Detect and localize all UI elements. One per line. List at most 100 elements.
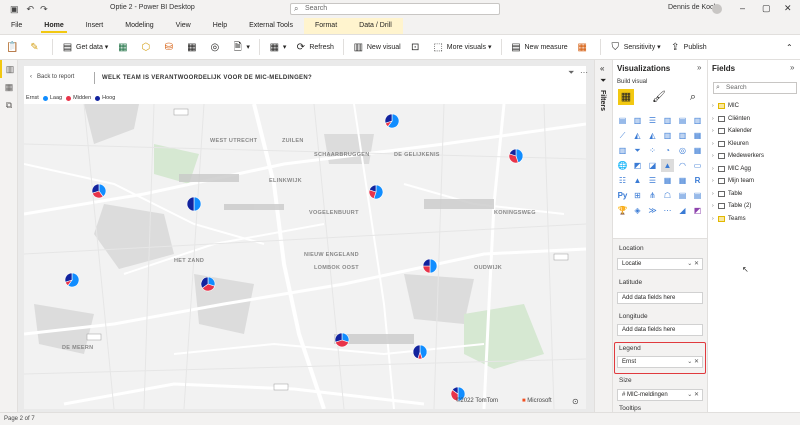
publish-button[interactable]: ⇪ Publish — [670, 38, 707, 56]
more-visuals-icon[interactable]: ⋯ — [661, 204, 674, 217]
analytics-icon[interactable]: ⌕ — [685, 89, 701, 105]
stacked-area-icon[interactable]: ◭ — [646, 129, 659, 142]
line-chart-icon[interactable]: ⟋ — [616, 129, 629, 142]
sensitivity-button[interactable]: ⛉ Sensitivity ▾ — [610, 38, 660, 56]
sql-button[interactable]: ⛁ — [163, 38, 177, 56]
column-100-icon[interactable]: ▥ — [691, 114, 704, 127]
enter-data-button[interactable]: ▦ — [186, 38, 200, 56]
user-name[interactable]: Dennis de Kock — [668, 4, 717, 11]
multi-row-card-icon[interactable]: ☷ — [616, 174, 629, 187]
more-visuals-button[interactable]: ⬚ More visuals ▾ — [433, 38, 492, 56]
donut-icon[interactable]: ◎ — [676, 144, 689, 157]
card-icon[interactable]: ▭ — [691, 159, 704, 172]
ribbon-chart-icon[interactable]: ▦ — [691, 129, 704, 142]
line-column-icon[interactable]: ▥ — [661, 129, 674, 142]
table-item-kalender[interactable]: › Kalender — [712, 125, 764, 138]
global-search[interactable]: ⌕ Search — [290, 3, 500, 15]
dataverse-button[interactable]: ◎ — [209, 38, 223, 56]
table-item-medewerkers[interactable]: › Medewerkers — [712, 150, 764, 163]
decomposition-tree-icon[interactable]: ⋔ — [646, 189, 659, 202]
paste-button[interactable]: 📋 — [6, 38, 20, 56]
legend-field[interactable]: Ernst ⌄ ✕ — [617, 356, 703, 368]
custom-visual-2-icon[interactable]: ◩ — [691, 204, 704, 217]
filters-pane-collapsed[interactable]: « ⏷ Filters — [594, 60, 612, 412]
table-item-table[interactable]: › Table — [712, 188, 764, 201]
get-data-button[interactable]: ▤ Get data ▾ — [62, 38, 109, 56]
remove-field-icon[interactable]: ⌄ ✕ — [687, 357, 699, 367]
dataset-button[interactable]: ⬡ — [140, 38, 154, 56]
table-item-teams[interactable]: › Teams — [712, 213, 764, 226]
latitude-drop-zone[interactable]: Add data fields here — [617, 292, 703, 304]
area-chart-icon[interactable]: ◭ — [631, 129, 644, 142]
slicer-icon[interactable]: ☰ — [646, 174, 659, 187]
table-item-kleuren[interactable]: › Kleuren — [712, 138, 764, 151]
minimize-icon[interactable]: – — [740, 3, 745, 13]
fields-search-input[interactable]: ⌕ Search — [713, 82, 797, 94]
table-item-clienten[interactable]: › Cliënten — [712, 113, 764, 126]
model-view-icon[interactable]: ⧉ — [0, 96, 18, 114]
menu-modeling[interactable]: Modeling — [114, 18, 164, 34]
data-view-icon[interactable]: ▦ — [0, 78, 18, 96]
build-visual-icon[interactable]: ▦ — [618, 89, 634, 105]
key-influencers-icon[interactable]: ⊞ — [631, 189, 644, 202]
power-apps-icon[interactable]: ◈ — [631, 204, 644, 217]
avatar[interactable] — [712, 4, 722, 14]
menu-format[interactable]: Format — [303, 18, 349, 34]
menu-data-drill[interactable]: Data / Drill — [348, 18, 403, 34]
size-field[interactable]: # MIC-meldingen ⌄ ✕ — [617, 389, 703, 401]
table-visual-icon[interactable]: ▦ — [661, 174, 674, 187]
funnel-icon[interactable]: ⏷ — [631, 144, 644, 157]
filter-icon[interactable]: ⏷ — [568, 68, 574, 78]
remove-field-icon[interactable]: ⌄ ✕ — [687, 390, 699, 400]
more-options-icon[interactable]: ⋯ — [580, 68, 588, 77]
excel-button[interactable]: ▦ — [117, 38, 131, 56]
map-camera-icon[interactable]: ⊙ — [572, 397, 579, 406]
map-visual[interactable]: WEST UTRECHT ZUILEN ELINKWIJK SCHAARBRUG… — [24, 104, 586, 409]
clustered-bar-icon[interactable]: ☰ — [646, 114, 659, 127]
pie-icon[interactable]: ◔ — [661, 144, 674, 157]
recent-sources-button[interactable]: 🗎 ▾ — [232, 38, 250, 56]
new-visual-button[interactable]: ▥ New visual — [353, 38, 401, 56]
line-clustered-icon[interactable]: ▥ — [676, 129, 689, 142]
transform-data-button[interactable]: ▦ ▾ — [269, 38, 287, 56]
location-field[interactable]: Locatie ⌄ ✕ — [617, 258, 703, 270]
longitude-drop-zone[interactable]: Add data fields here — [617, 324, 703, 336]
bar-100-icon[interactable]: ▤ — [676, 114, 689, 127]
format-painter-button[interactable]: ✎ — [29, 38, 43, 56]
save-icon[interactable]: ▣ — [10, 4, 19, 15]
kpi-icon[interactable]: ▲ — [631, 174, 644, 187]
menu-view[interactable]: View — [165, 18, 202, 34]
clustered-column-icon[interactable]: ▥ — [661, 114, 674, 127]
narrative-icon[interactable]: ▤ — [676, 189, 689, 202]
menu-external-tools[interactable]: External Tools — [238, 18, 304, 34]
menu-file[interactable]: File — [0, 18, 33, 34]
custom-visual-icon[interactable]: ◢ — [676, 204, 689, 217]
filled-map-icon[interactable]: ◩ — [631, 159, 644, 172]
menu-insert[interactable]: Insert — [75, 18, 115, 34]
collapse-icon[interactable]: » — [697, 63, 701, 72]
refresh-button[interactable]: ⟳ Refresh — [295, 38, 334, 56]
maximize-icon[interactable]: ▢ — [762, 3, 771, 14]
stacked-bar-icon[interactable]: ▤ — [616, 114, 629, 127]
metrics-icon[interactable]: 🏆 — [616, 204, 629, 217]
gauge-icon[interactable]: ◠ — [676, 159, 689, 172]
paginated-icon[interactable]: ▤ — [691, 189, 704, 202]
table-item-table-2[interactable]: › Table (2) — [712, 200, 764, 213]
report-view-icon[interactable]: ▥ — [0, 60, 18, 78]
azure-map-icon[interactable]: ▲ — [661, 159, 674, 172]
r-visual-icon[interactable]: R — [691, 174, 704, 187]
map-icon[interactable]: 🌐 — [616, 159, 629, 172]
table-item-mijn-team[interactable]: › Mijn team — [712, 175, 764, 188]
expand-arrow-icon[interactable]: « — [600, 64, 604, 73]
stacked-column-icon[interactable]: ▥ — [631, 114, 644, 127]
matrix-icon[interactable]: ▦ — [676, 174, 689, 187]
table-item-mic-agg[interactable]: › MIC Agg — [712, 163, 764, 176]
new-measure-button[interactable]: ▤ New measure — [511, 38, 567, 56]
qa-icon[interactable]: ☖ — [661, 189, 674, 202]
remove-field-icon[interactable]: ⌄ ✕ — [687, 259, 699, 269]
table-item-mic[interactable]: › MIC — [712, 100, 764, 113]
menu-help[interactable]: Help — [202, 18, 238, 34]
collapse-icon[interactable]: » — [790, 63, 794, 72]
format-visual-icon[interactable]: 🖌 — [651, 89, 667, 105]
menu-home[interactable]: Home — [33, 18, 74, 34]
